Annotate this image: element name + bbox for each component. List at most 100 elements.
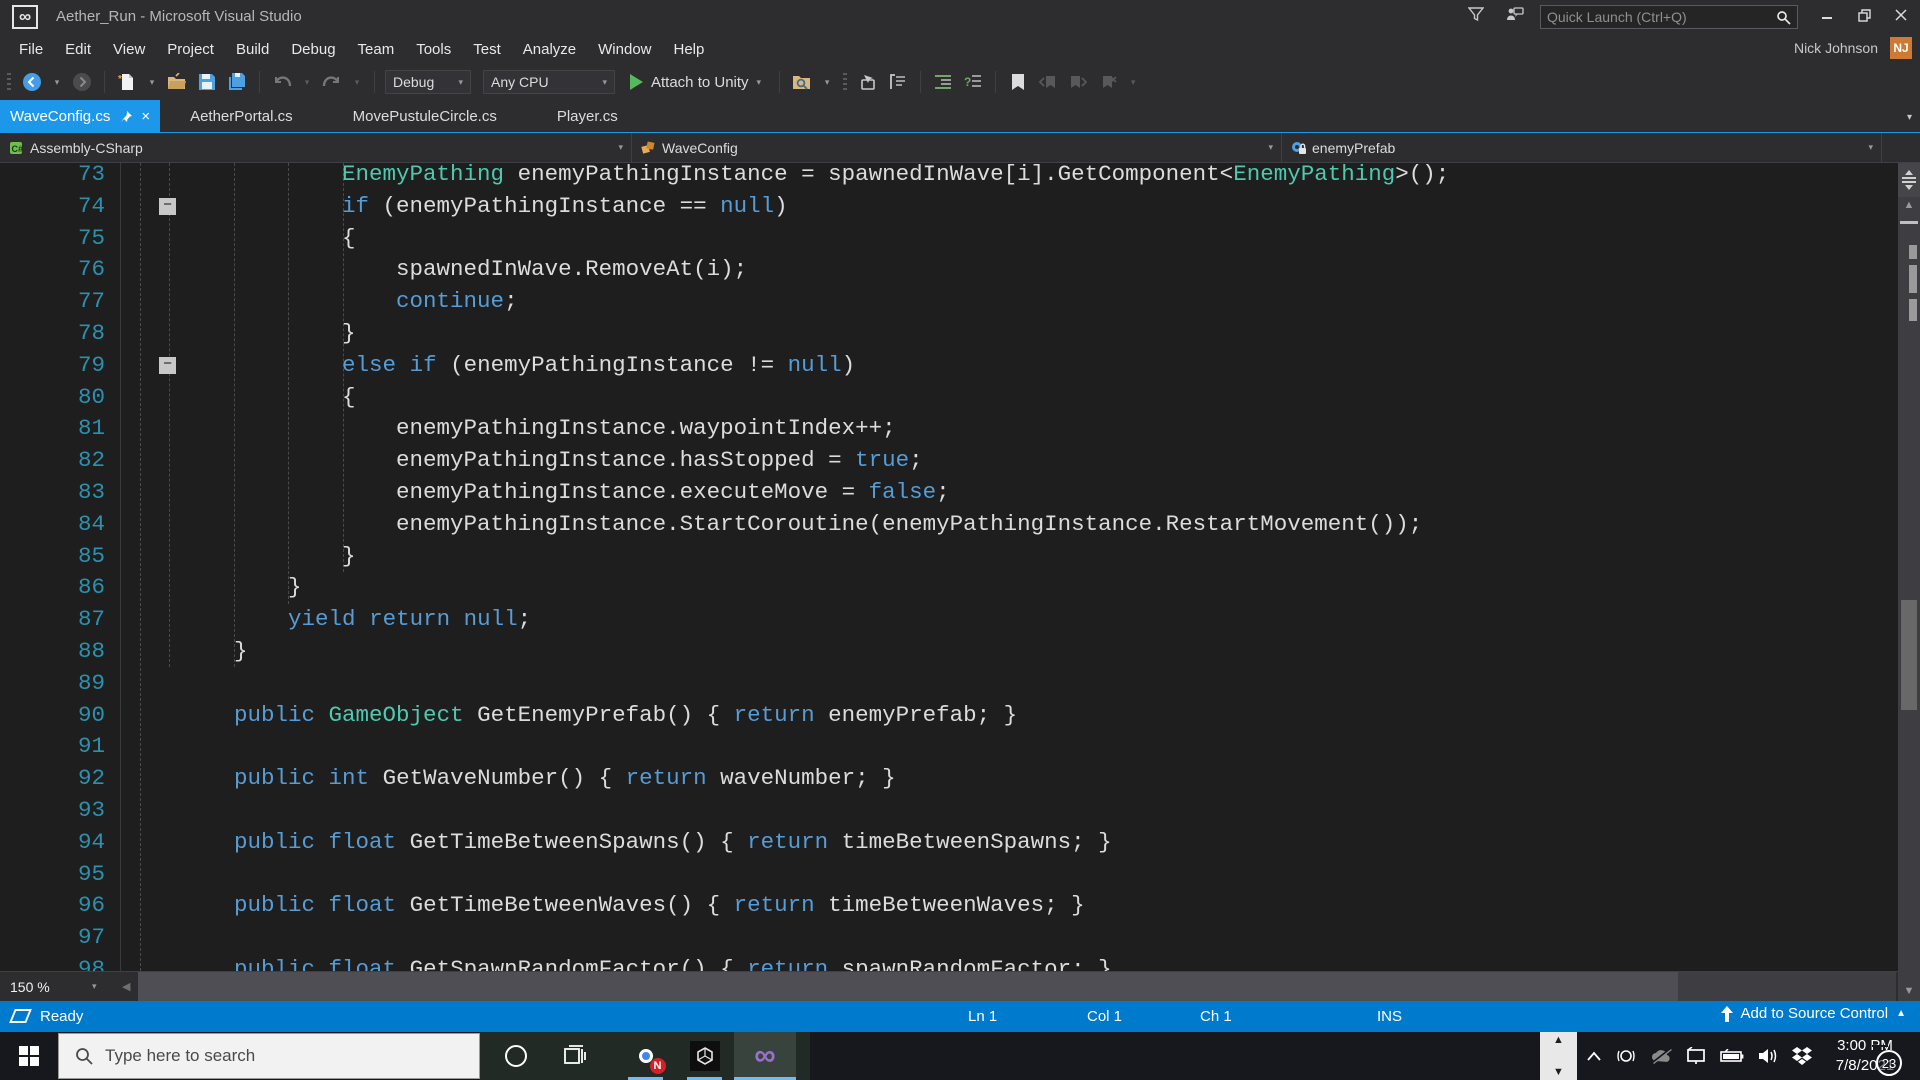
code-line-97[interactable]: 97: [0, 921, 1898, 953]
indent-increase-icon[interactable]: ?: [961, 69, 985, 95]
taskbar-scroll[interactable]: ▲ ▼: [1540, 1032, 1577, 1080]
onedrive-icon[interactable]: [1650, 1048, 1672, 1064]
type-dropdown[interactable]: WaveConfig ▾: [632, 133, 1282, 162]
menu-item-edit[interactable]: Edit: [54, 36, 102, 63]
undo-dropdown-icon[interactable]: ▾: [300, 69, 314, 95]
search-icon[interactable]: [1776, 10, 1797, 25]
vertical-scrollbar-thumb[interactable]: [1901, 600, 1917, 710]
volume-icon[interactable]: [1758, 1048, 1778, 1064]
menu-item-team[interactable]: Team: [347, 36, 406, 63]
code-line-86[interactable]: 86 }: [0, 571, 1898, 603]
code-line-82[interactable]: 82 enemyPathingInstance.hasStopped = tru…: [0, 444, 1898, 476]
code-line-80[interactable]: 80 {: [0, 381, 1898, 413]
scroll-up-icon[interactable]: ▲: [1898, 199, 1920, 211]
code-line-77[interactable]: 77 continue;: [0, 285, 1898, 317]
chevron-up-icon[interactable]: ▲: [1540, 1034, 1577, 1046]
clear-bookmarks-icon[interactable]: [1096, 69, 1120, 95]
scroll-down-icon[interactable]: ▼: [1898, 985, 1920, 997]
save-all-icon[interactable]: [225, 69, 249, 95]
menu-item-file[interactable]: File: [8, 36, 54, 63]
code-line-76[interactable]: 76 spawnedInWave.RemoveAt(i);: [0, 253, 1898, 285]
navigate-to-icon[interactable]: [856, 69, 880, 95]
display-icon[interactable]: [1686, 1047, 1706, 1065]
code-line-96[interactable]: 96 public float GetTimeBetweenWaves() { …: [0, 889, 1898, 921]
bookmark-icon[interactable]: [1006, 69, 1030, 95]
solution-platform-dropdown[interactable]: Any CPU ▾: [483, 70, 615, 94]
navigate-back-icon[interactable]: [20, 69, 44, 95]
restore-button[interactable]: [1845, 0, 1883, 30]
toolbar-options-dropdown-icon[interactable]: ▾: [1126, 69, 1140, 95]
new-file-dropdown-icon[interactable]: ▾: [145, 69, 159, 95]
code-line-75[interactable]: 75 {: [0, 222, 1898, 254]
code-line-90[interactable]: 90 public GameObject GetEnemyPrefab() { …: [0, 699, 1898, 731]
code-line-88[interactable]: 88 }: [0, 635, 1898, 667]
code-line-74[interactable]: 74 − if (enemyPathingInstance == null): [0, 190, 1898, 222]
comment-icon[interactable]: [886, 69, 910, 95]
find-in-files-icon[interactable]: [790, 69, 814, 95]
meet-now-icon[interactable]: [1616, 1047, 1636, 1065]
project-dropdown[interactable]: C# Assembly-CSharp ▾: [0, 133, 632, 162]
dropbox-icon[interactable]: [1792, 1047, 1812, 1065]
chevron-down-icon[interactable]: ▼: [1540, 1066, 1577, 1078]
zoom-level-dropdown[interactable]: 150 %: [0, 972, 92, 1001]
code-editor[interactable]: 73 EnemyPathing enemyPathingInstance = s…: [0, 163, 1920, 1001]
feedback-icon[interactable]: [1506, 6, 1524, 22]
start-button[interactable]: [0, 1032, 58, 1080]
visual-studio-taskbar-button[interactable]: ∞: [734, 1032, 796, 1080]
user-avatar[interactable]: NJ: [1890, 37, 1912, 59]
unity-taskbar-button[interactable]: [675, 1032, 734, 1080]
menu-item-tools[interactable]: Tools: [405, 36, 462, 63]
collapse-region-icon[interactable]: −: [159, 197, 176, 215]
tab-aetherportal-cs[interactable]: AetherPortal.cs: [160, 100, 323, 132]
menu-item-test[interactable]: Test: [462, 36, 512, 63]
show-hidden-icons-icon[interactable]: [1586, 1050, 1602, 1062]
battery-icon[interactable]: [1720, 1049, 1744, 1063]
save-icon[interactable]: [195, 69, 219, 95]
tab-list-dropdown-icon[interactable]: ▾: [1907, 112, 1912, 123]
menu-item-help[interactable]: Help: [663, 36, 716, 63]
navigate-forward-icon[interactable]: [70, 69, 94, 95]
code-line-84[interactable]: 84 enemyPathingInstance.StartCoroutine(e…: [0, 508, 1898, 540]
menu-item-debug[interactable]: Debug: [280, 36, 346, 63]
code-line-95[interactable]: 95: [0, 858, 1898, 890]
minimize-button[interactable]: [1808, 0, 1846, 30]
new-file-icon[interactable]: *: [115, 69, 139, 95]
code-line-81[interactable]: 81 enemyPathingInstance.waypointIndex++;: [0, 412, 1898, 444]
pin-icon[interactable]: [120, 110, 133, 123]
horizontal-scrollbar[interactable]: [138, 972, 1896, 1001]
redo-icon[interactable]: [320, 69, 344, 95]
code-line-91[interactable]: 91: [0, 730, 1898, 762]
attach-to-unity-button[interactable]: Attach to Unity ▾: [629, 74, 761, 91]
code-line-83[interactable]: 83 enemyPathingInstance.executeMove = fa…: [0, 476, 1898, 508]
tab-waveconfig-cs[interactable]: WaveConfig.cs ×: [0, 100, 161, 132]
chrome-taskbar-button[interactable]: N: [616, 1032, 675, 1080]
toolbar-grip[interactable]: [843, 73, 848, 91]
find-dropdown-icon[interactable]: ▾: [820, 69, 834, 95]
task-view-button[interactable]: [545, 1032, 604, 1080]
close-icon[interactable]: ×: [141, 109, 150, 124]
menu-item-build[interactable]: Build: [225, 36, 280, 63]
code-line-98[interactable]: 98 public float GetSpawnRandomFactor() {…: [0, 953, 1898, 971]
member-dropdown[interactable]: enemyPrefab ▾: [1282, 133, 1882, 162]
code-line-94[interactable]: 94 public float GetTimeBetweenSpawns() {…: [0, 826, 1898, 858]
code-line-87[interactable]: 87 yield return null;: [0, 603, 1898, 635]
taskbar-search-box[interactable]: [58, 1033, 480, 1079]
redo-dropdown-icon[interactable]: ▾: [350, 69, 364, 95]
taskbar-search-input[interactable]: [105, 1046, 479, 1066]
code-line-73[interactable]: 73 EnemyPathing enemyPathingInstance = s…: [0, 163, 1898, 190]
tab-player-cs[interactable]: Player.cs: [527, 100, 648, 132]
solution-configuration-dropdown[interactable]: Debug ▾: [385, 70, 471, 94]
quick-launch-box[interactable]: [1540, 5, 1798, 29]
menu-item-analyze[interactable]: Analyze: [512, 36, 587, 63]
filter-icon[interactable]: [1468, 6, 1484, 22]
menu-item-view[interactable]: View: [102, 36, 156, 63]
splitter-handle-icon[interactable]: [1898, 163, 1920, 197]
user-name[interactable]: Nick Johnson: [1794, 40, 1878, 56]
menu-item-window[interactable]: Window: [587, 36, 662, 63]
collapse-region-icon[interactable]: −: [159, 356, 176, 374]
add-to-source-control-button[interactable]: Add to Source Control ▲: [1720, 1005, 1906, 1022]
code-line-89[interactable]: 89: [0, 667, 1898, 699]
navigate-back-dropdown-icon[interactable]: ▾: [50, 69, 64, 95]
quick-launch-input[interactable]: [1541, 9, 1776, 25]
scroll-left-icon[interactable]: ◀: [114, 980, 138, 993]
